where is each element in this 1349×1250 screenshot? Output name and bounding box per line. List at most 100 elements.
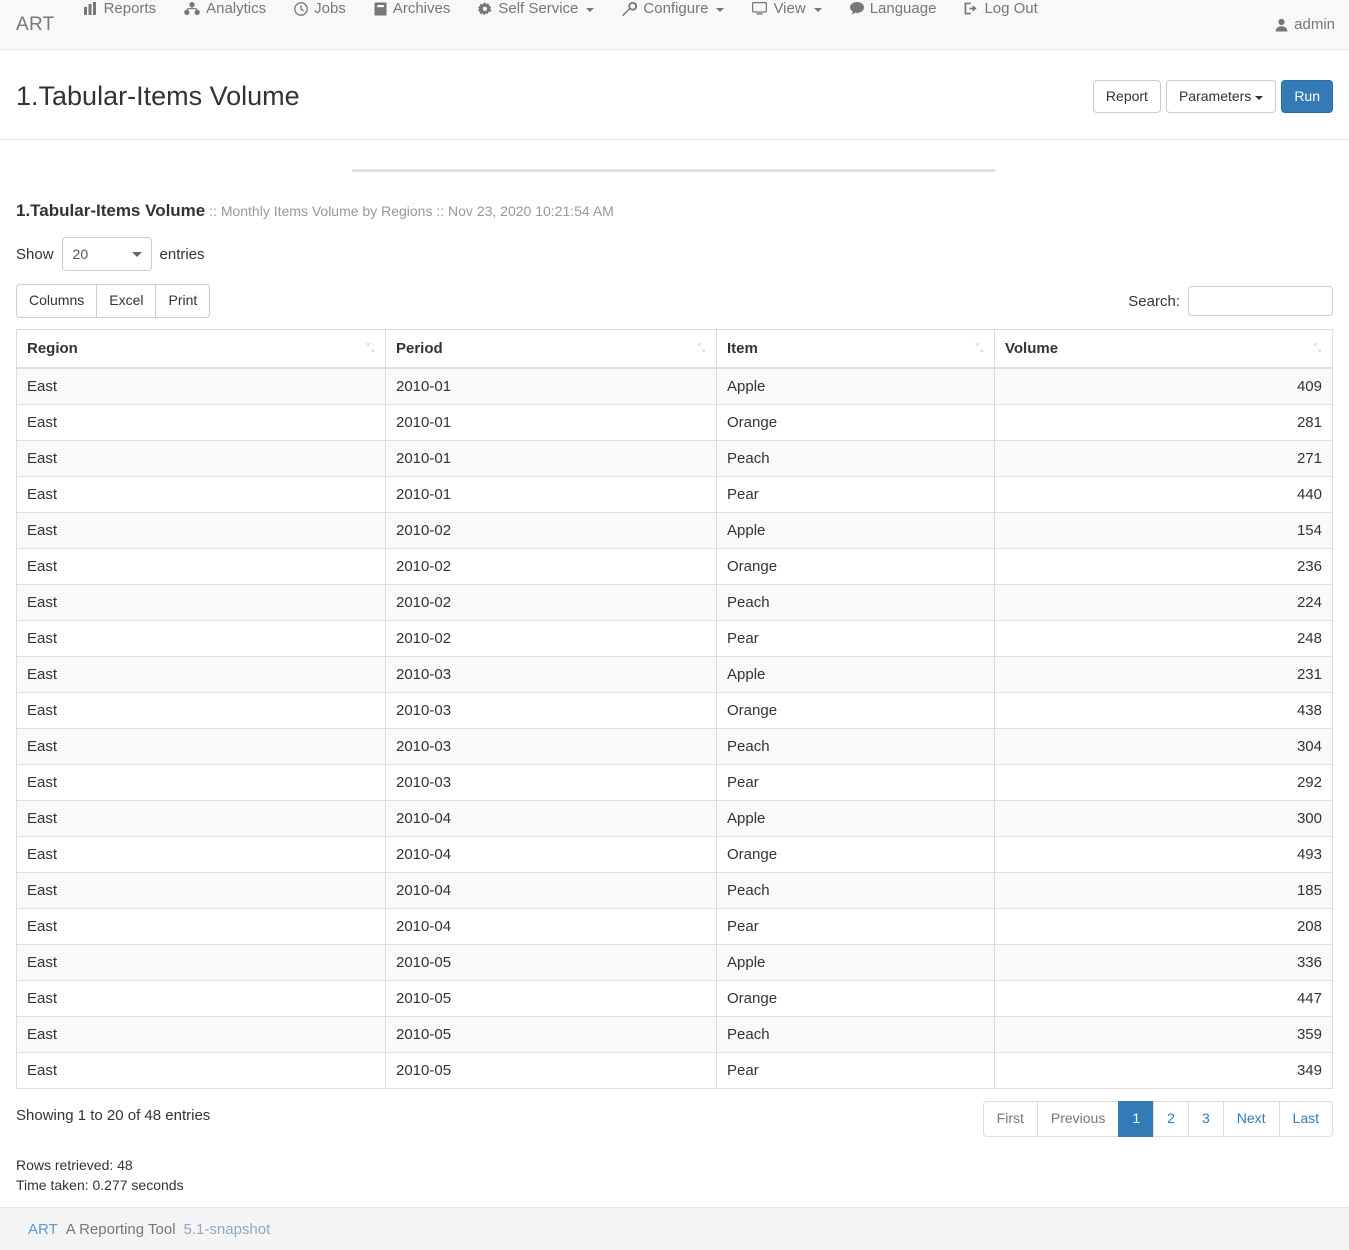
- table-row: East 2010-05 Orange 447: [16, 980, 1333, 1017]
- cell-region: East: [16, 656, 386, 693]
- cell-volume: 154: [994, 512, 1333, 549]
- cell-period: 2010-03: [385, 728, 717, 765]
- nav-link-language[interactable]: Language: [836, 0, 951, 17]
- page-button-3[interactable]: 3: [1187, 1101, 1224, 1137]
- progress-rule-area: [0, 140, 1349, 200]
- cell-volume: 281: [994, 404, 1333, 441]
- page-button-previous: Previous: [1036, 1101, 1120, 1137]
- cell-item: Apple: [716, 367, 995, 405]
- cell-volume: 438: [994, 692, 1333, 729]
- show-label: Show: [16, 245, 54, 263]
- nav-link-view[interactable]: View: [738, 0, 835, 17]
- cell-volume: 271: [994, 440, 1333, 477]
- nav-link-analytics[interactable]: Analytics: [170, 0, 280, 17]
- nav-label: Archives: [392, 0, 451, 17]
- page-length-label: Show 102050100 entries: [16, 237, 205, 271]
- user-menu[interactable]: admin: [1261, 0, 1349, 49]
- user-label: admin: [1294, 16, 1335, 33]
- cell-item: Peach: [716, 584, 995, 621]
- cell-region: East: [16, 620, 386, 657]
- sign-out-icon: [964, 2, 978, 15]
- report-description: Monthly Items Volume by Regions: [220, 203, 433, 219]
- cell-period: 2010-04: [385, 836, 717, 873]
- nav-link-self-service[interactable]: Self Service: [464, 0, 608, 17]
- nav-link-archives[interactable]: Archives: [360, 0, 465, 17]
- header-actions: Report Parameters Run: [1092, 79, 1333, 114]
- nav-link-log-out[interactable]: Log Out: [950, 0, 1051, 17]
- chevron-down-icon: [716, 7, 725, 12]
- cell-volume: 248: [994, 620, 1333, 657]
- cell-region: East: [16, 836, 386, 873]
- nav-link-reports[interactable]: Reports: [70, 0, 171, 17]
- cell-period: 2010-05: [385, 944, 717, 981]
- cell-period: 2010-05: [385, 1052, 717, 1089]
- page-button-next[interactable]: Next: [1222, 1101, 1280, 1137]
- cell-volume: 359: [994, 1016, 1333, 1053]
- search-input[interactable]: [1188, 286, 1333, 316]
- run-button[interactable]: Run: [1281, 79, 1333, 114]
- main-nav: Reports Analytics Jobs Archives Self Service…: [70, 0, 1052, 49]
- report-container: 1.Tabular-Items Volume :: Monthly Items …: [0, 200, 1349, 1151]
- page-button-last[interactable]: Last: [1278, 1101, 1333, 1137]
- print-button[interactable]: Print: [155, 284, 211, 318]
- column-header-volume[interactable]: Volume: [994, 329, 1333, 369]
- cell-item: Orange: [716, 548, 995, 585]
- cell-region: East: [16, 584, 386, 621]
- cell-volume: 447: [994, 980, 1333, 1017]
- parameters-button[interactable]: Parameters: [1165, 79, 1277, 114]
- nav-link-configure[interactable]: Configure: [608, 0, 738, 17]
- cell-period: 2010-01: [385, 440, 717, 477]
- page-button-2[interactable]: 2: [1153, 1101, 1189, 1137]
- page-length-control: Show 102050100 entries: [16, 237, 1333, 271]
- cell-item: Apple: [716, 800, 995, 837]
- table-header-row: Region Period Item Volume: [16, 329, 1333, 369]
- cell-period: 2010-03: [385, 656, 717, 693]
- cell-region: East: [16, 476, 386, 513]
- search-label: Search:: [1128, 292, 1180, 310]
- excel-button[interactable]: Excel: [96, 284, 157, 318]
- nav-item-archives: Archives: [360, 0, 465, 49]
- sort-icon: [697, 341, 706, 357]
- report-button[interactable]: Report: [1092, 79, 1161, 114]
- cell-item: Orange: [716, 692, 995, 729]
- table-body: East 2010-01 Apple 409 East 2010-01 Orange 281 E…: [16, 367, 1333, 1089]
- nav-item-language: Language: [836, 0, 951, 49]
- nav-label: Language: [869, 0, 937, 17]
- table-row: East 2010-02 Orange 236: [16, 548, 1333, 585]
- footer-version: 5.1-snapshot: [183, 1220, 271, 1238]
- column-header-period[interactable]: Period: [385, 329, 717, 369]
- report-timestamp: Nov 23, 2020 10:21:54 AM: [448, 203, 614, 219]
- cell-period: 2010-03: [385, 692, 717, 729]
- cell-period: 2010-01: [385, 404, 717, 441]
- cell-item: Pear: [716, 764, 995, 801]
- cell-region: East: [16, 404, 386, 441]
- column-header-item[interactable]: Item: [716, 329, 995, 369]
- cell-item: Orange: [716, 980, 995, 1017]
- columns-button[interactable]: Columns: [16, 284, 98, 318]
- table-row: East 2010-01 Pear 440: [16, 476, 1333, 513]
- brand-logo[interactable]: ART: [0, 0, 70, 49]
- cell-region: East: [16, 367, 386, 405]
- cell-region: East: [16, 908, 386, 945]
- table-row: East 2010-04 Apple 300: [16, 800, 1333, 837]
- cell-item: Pear: [716, 620, 995, 657]
- nav-link-jobs[interactable]: Jobs: [280, 0, 360, 17]
- time-taken: Time taken: 0.277 seconds: [16, 1177, 184, 1193]
- sitemap-icon: [184, 2, 200, 15]
- page-title: 1.Tabular-Items Volume: [16, 80, 300, 111]
- nav-item-configure: Configure: [608, 0, 738, 49]
- nav-label: Analytics: [206, 0, 267, 17]
- cell-volume: 231: [994, 656, 1333, 693]
- table-row: East 2010-03 Apple 231: [16, 656, 1333, 693]
- cell-region: East: [16, 1016, 386, 1053]
- horizontal-divider: [352, 169, 995, 172]
- sort-icon: [975, 341, 984, 357]
- search-control: Search:: [1128, 286, 1333, 316]
- cell-volume: 208: [994, 908, 1333, 945]
- page-length-select[interactable]: 102050100: [61, 237, 152, 271]
- comment-icon: [849, 2, 864, 15]
- cell-region: East: [16, 1052, 386, 1089]
- cell-region: East: [16, 512, 386, 549]
- column-header-region[interactable]: Region: [16, 329, 386, 369]
- cell-volume: 224: [994, 584, 1333, 621]
